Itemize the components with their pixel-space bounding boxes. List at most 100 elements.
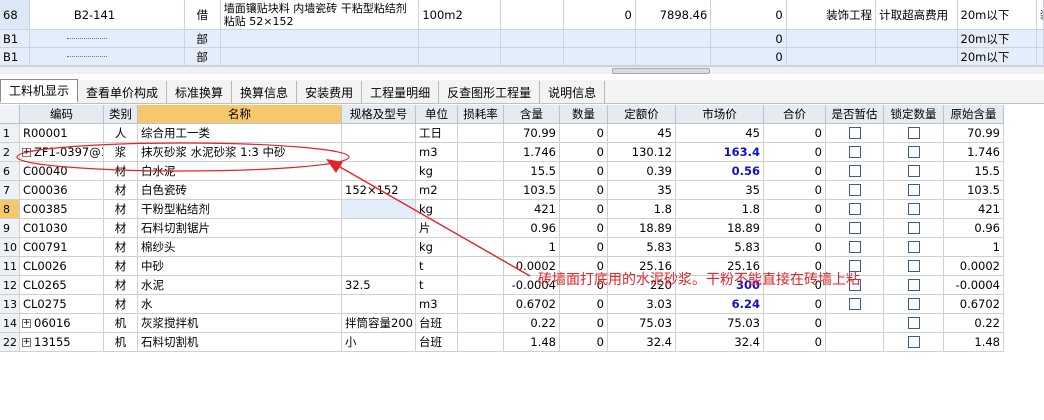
original-content[interactable]: 1 (944, 238, 1004, 257)
item-row[interactable]: B1 部 0 20m以下 (0, 48, 1044, 66)
material-loss-rate[interactable] (458, 181, 504, 200)
material-quantity[interactable]: 0 (560, 124, 608, 143)
material-code[interactable]: +13155 (20, 333, 104, 352)
lock-quantity-checkbox[interactable] (907, 127, 920, 139)
material-category[interactable]: 人 (104, 124, 138, 143)
item-unit[interactable] (419, 48, 501, 66)
material-quota-price[interactable]: 1.8 (608, 200, 676, 219)
material-category[interactable]: 材 (104, 276, 138, 295)
material-code[interactable]: C00791 (20, 238, 104, 257)
lock-quantity-checkbox[interactable] (907, 165, 920, 177)
header-cell[interactable]: 编码 (20, 105, 104, 124)
original-content[interactable]: 1.746 (944, 143, 1004, 162)
material-loss-rate[interactable] (458, 333, 504, 352)
material-quota-price[interactable]: 18.89 (608, 219, 676, 238)
item-project-type[interactable] (786, 48, 877, 66)
material-unit[interactable]: m3 (416, 143, 458, 162)
estimate-checkbox[interactable] (848, 146, 861, 158)
original-content[interactable]: 15.5 (944, 162, 1004, 181)
header-cell[interactable]: 损耗率 (458, 105, 504, 124)
material-name[interactable]: 灰浆搅拌机 (138, 314, 342, 333)
item-qty[interactable] (500, 0, 565, 30)
material-unit[interactable]: t (416, 276, 458, 295)
material-unit[interactable]: kg (416, 162, 458, 181)
material-unit[interactable]: 台班 (416, 314, 458, 333)
material-row[interactable]: 14 +06016 机灰浆搅拌机 拌筒容量200 台班 0.22 0 75.03 75.03 0 0… (0, 314, 1004, 333)
material-spec[interactable] (342, 257, 416, 276)
expand-icon[interactable]: + (22, 147, 31, 157)
material-spec[interactable]: 32.5 (342, 276, 416, 295)
material-row[interactable]: 1 R00001 人综合用工一类 工日 70.99 0 45 45 0 70.99 (0, 124, 1004, 143)
material-market-price[interactable]: 1.8 (676, 200, 764, 219)
header-cell[interactable]: 含量 (504, 105, 560, 124)
material-quota-price[interactable]: 5.83 (608, 238, 676, 257)
material-code[interactable]: CL0275 (20, 295, 104, 314)
material-unit[interactable]: m2 (416, 181, 458, 200)
material-content[interactable]: 421 (504, 200, 560, 219)
header-cell[interactable]: 类别 (104, 105, 138, 124)
lock-quantity-checkbox[interactable] (907, 336, 920, 348)
material-code[interactable]: C00036 (20, 181, 104, 200)
material-name[interactable]: 中砂 (138, 257, 342, 276)
tab-reverse-lookup[interactable]: 反查图形工程量 (439, 81, 541, 103)
material-name[interactable]: 白水泥 (138, 162, 342, 181)
header-cell[interactable]: 单位 (416, 105, 458, 124)
horizontal-scrollbar[interactable] (0, 66, 1044, 74)
lock-quantity-checkbox[interactable] (907, 279, 920, 291)
original-content[interactable]: -0.0004 (944, 276, 1004, 295)
material-code[interactable]: CL0265 (20, 276, 104, 295)
material-market-price[interactable]: 6.24 (676, 295, 764, 314)
material-code[interactable]: +06016 (20, 314, 104, 333)
material-row[interactable]: 6 C00040 材白水泥 kg 15.5 0 0.39 0.56 0 15.5 (0, 162, 1004, 181)
material-market-price[interactable]: 0.56 (676, 162, 764, 181)
lock-quantity-checkbox[interactable] (907, 260, 920, 272)
material-loss-rate[interactable] (458, 200, 504, 219)
header-cell[interactable]: 数量 (560, 105, 608, 124)
material-category[interactable]: 材 (104, 200, 138, 219)
material-quota-price[interactable]: 35 (608, 181, 676, 200)
item-name[interactable] (220, 30, 420, 48)
material-loss-rate[interactable] (458, 143, 504, 162)
material-name[interactable]: 棉纱头 (138, 238, 342, 257)
material-content[interactable]: 0.96 (504, 219, 560, 238)
material-code[interactable]: C01030 (20, 219, 104, 238)
material-name[interactable]: 白色瓷砖 (138, 181, 342, 200)
item-height[interactable]: 20m以下 (957, 30, 1037, 48)
material-spec[interactable]: 152×152 (342, 181, 416, 200)
lock-quantity-checkbox[interactable] (907, 241, 920, 253)
item-row[interactable]: 68 B2-141 借 墙面镶贴块料 内墙瓷砖 干粘型粘结剂粘贴 52×152 … (0, 0, 1044, 30)
material-code[interactable]: C00040 (20, 162, 104, 181)
material-quantity[interactable]: 0 (560, 314, 608, 333)
original-content[interactable]: 0.0002 (944, 257, 1004, 276)
header-cell[interactable]: 名称 (138, 105, 342, 124)
material-category[interactable]: 材 (104, 219, 138, 238)
material-code[interactable]: CL0026 (20, 257, 104, 276)
header-cell[interactable]: 锁定数量 (884, 105, 944, 124)
item-qty[interactable] (500, 48, 565, 66)
material-spec[interactable]: 小 (342, 333, 416, 352)
lock-quantity-checkbox[interactable] (907, 203, 920, 215)
item-unit[interactable] (419, 30, 501, 48)
tab-standard-conversion[interactable]: 标准换算 (167, 81, 233, 103)
material-loss-rate[interactable] (458, 219, 504, 238)
material-row[interactable]: 2 + ZF1-0397@1 浆抹灰砂浆 水泥砂浆 1:3 中砂 m3 1.746 0 130… (0, 143, 1004, 162)
item-name[interactable]: 墙面镶贴块料 内墙瓷砖 干粘型粘结剂粘贴 52×152 (220, 0, 420, 30)
item-project-type[interactable]: 装饰工程 (786, 0, 877, 30)
item-type[interactable]: 部 (184, 48, 221, 66)
estimate-checkbox[interactable] (848, 298, 861, 310)
material-market-price[interactable]: 32.4 (676, 333, 764, 352)
item-type[interactable]: 借 (185, 0, 221, 30)
material-code[interactable]: R00001 (20, 124, 104, 143)
material-content[interactable]: 103.5 (504, 181, 560, 200)
material-quantity[interactable]: 0 (560, 238, 608, 257)
material-spec[interactable] (342, 219, 416, 238)
material-market-price[interactable]: 35 (676, 181, 764, 200)
material-spec[interactable] (342, 238, 416, 257)
material-loss-rate[interactable] (458, 257, 504, 276)
header-cell[interactable]: 原始含量 (944, 105, 1004, 124)
lock-quantity-checkbox[interactable] (907, 298, 920, 310)
material-name[interactable]: 石料切割锯片 (138, 219, 342, 238)
material-name[interactable]: 水 (138, 295, 342, 314)
item-category[interactable] (1036, 48, 1044, 66)
material-market-price[interactable]: 5.83 (676, 238, 764, 257)
